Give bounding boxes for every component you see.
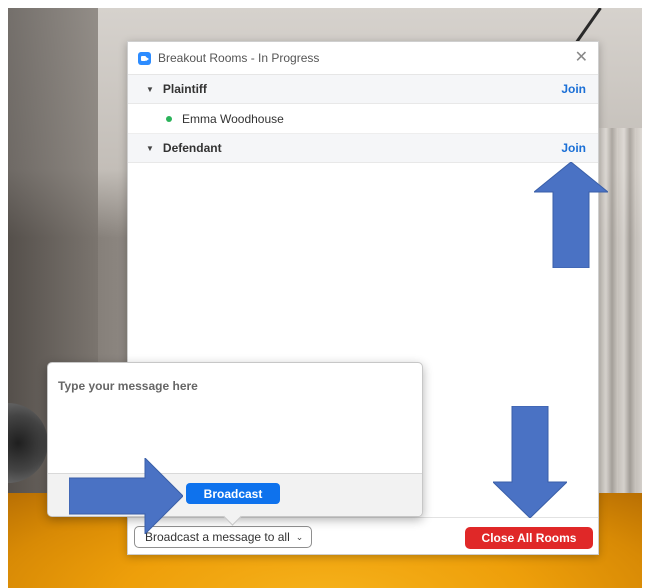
close-icon[interactable]: ✕ — [575, 50, 588, 66]
caret-down-icon[interactable]: ▼ — [146, 144, 154, 153]
broadcast-button[interactable]: Broadcast — [186, 483, 280, 504]
window-titlebar: Breakout Rooms - In Progress ✕ — [128, 42, 598, 75]
participant-name: Emma Woodhouse — [182, 111, 284, 126]
room-row-defendant[interactable]: ▼ Defendant Join — [128, 134, 598, 163]
window-title: Breakout Rooms - In Progress — [158, 51, 320, 65]
chevron-down-icon: ⌄ — [295, 531, 304, 542]
join-room-button[interactable]: Join — [561, 82, 586, 96]
window-footer: Broadcast a message to all ⌄ Close All R… — [128, 517, 598, 554]
annotation-arrow-down-icon — [493, 406, 567, 518]
room-row-plaintiff[interactable]: ▼ Plaintiff Join — [128, 75, 598, 104]
online-status-dot — [166, 115, 172, 122]
room-name: Defendant — [162, 141, 222, 155]
zoom-camera-icon — [138, 51, 151, 65]
join-room-button[interactable]: Join — [561, 141, 586, 155]
broadcast-message-input[interactable] — [56, 377, 416, 471]
close-all-rooms-button[interactable]: Close All Rooms — [465, 527, 593, 549]
participant-row: Emma Woodhouse — [128, 104, 598, 134]
room-name: Plaintiff — [162, 82, 207, 96]
annotation-arrow-right-icon — [69, 458, 183, 534]
caret-down-icon[interactable]: ▼ — [146, 85, 154, 94]
annotation-arrow-up-icon — [534, 162, 608, 268]
